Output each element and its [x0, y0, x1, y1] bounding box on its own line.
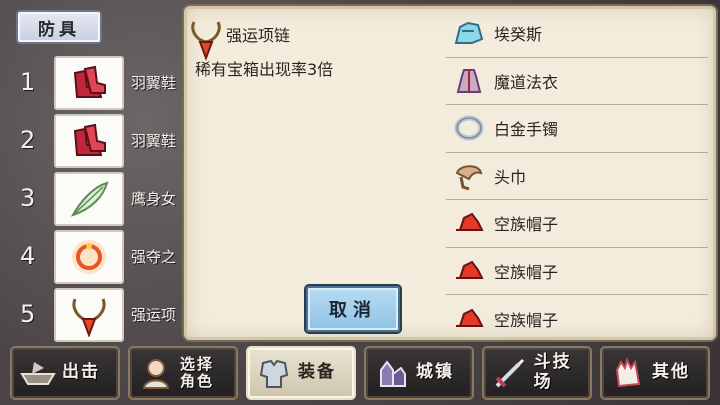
equipment-slot-3[interactable]: 3 鹰身女: [0, 172, 190, 228]
slot-icon-box: [54, 288, 124, 342]
slot-icon-box: [54, 114, 124, 168]
cancel-button[interactable]: 取消: [306, 286, 400, 332]
ring-icon: [72, 240, 106, 274]
sword-icon: [492, 355, 528, 391]
armor-category-tab[interactable]: 防具: [16, 10, 102, 44]
list-item-turban[interactable]: 头巾: [446, 153, 708, 200]
nav-label: 选择 角色: [180, 354, 215, 390]
list-item-label: 空族帽子: [494, 310, 559, 330]
list-item-robe[interactable]: 魔道法衣: [446, 58, 708, 105]
item-list: 埃癸斯 魔道法衣 白金手镯 头巾 空族帽子 空族帽子 空族帽子: [446, 10, 708, 343]
category-tab-label: 防具: [38, 19, 80, 40]
slot-item-name: 鹰身女: [131, 190, 177, 208]
list-item-sky-hat[interactable]: 空族帽子: [446, 200, 708, 248]
slot-number: 5: [20, 300, 36, 328]
armor-icon: [256, 355, 292, 391]
red-boots-icon: [73, 123, 106, 156]
glove-icon: [610, 355, 646, 391]
nav-sortie-button[interactable]: 出击: [10, 346, 120, 400]
list-item-label: 空族帽子: [494, 215, 559, 235]
slot-icon-box: [54, 230, 124, 284]
slot-number: 1: [20, 68, 36, 96]
equipment-slot-1[interactable]: 1 羽翼鞋: [0, 56, 190, 112]
slot-number: 4: [20, 242, 36, 270]
slot-number: 3: [20, 184, 36, 212]
equipment-slot-5[interactable]: 5 强运项: [0, 288, 190, 344]
nav-label: 出击: [62, 362, 100, 383]
slot-item-name: 羽翼鞋: [131, 132, 177, 150]
slot-icon-box: [54, 172, 124, 226]
town-icon: [374, 355, 410, 391]
list-item-sky-hat[interactable]: 空族帽子: [446, 295, 708, 343]
slot-number: 2: [20, 126, 36, 154]
turban-icon: [452, 161, 486, 191]
bracelet-icon: [452, 113, 486, 143]
list-item-label: 头巾: [494, 167, 527, 187]
aegis-icon: [452, 18, 486, 48]
equipment-slot-2[interactable]: 2 羽翼鞋: [0, 114, 190, 170]
slot-icon-box: [54, 56, 124, 110]
cancel-button-label: 取消: [329, 300, 377, 321]
nav-label: 装备: [298, 362, 336, 383]
detail-item-title: 强运项链: [226, 26, 291, 45]
list-item-sky-hat[interactable]: 空族帽子: [446, 248, 708, 295]
equipment-slot-4[interactable]: 4 强夺之: [0, 230, 190, 286]
slot-item-name: 羽翼鞋: [131, 74, 177, 92]
feather-icon: [70, 181, 109, 217]
red-hat-icon: [452, 208, 486, 238]
ship-icon: [20, 355, 56, 391]
list-item-aegis[interactable]: 埃癸斯: [446, 10, 708, 58]
slot-item-name: 强运项: [131, 306, 177, 324]
nav-other-button[interactable]: 其他: [600, 346, 710, 400]
nav-town-button[interactable]: 城镇: [364, 346, 474, 400]
red-hat-icon: [452, 256, 486, 286]
nav-equipment-button[interactable]: 装备: [246, 346, 356, 400]
nav-label: 其他: [652, 362, 690, 383]
robe-icon: [452, 66, 486, 96]
nav-label: 城镇: [416, 362, 454, 383]
nav-label: 斗技场: [533, 352, 572, 392]
list-item-label: 埃癸斯: [494, 25, 543, 45]
list-item-label: 白金手镯: [494, 120, 559, 140]
red-boots-icon: [73, 65, 106, 98]
list-item-label: 空族帽子: [494, 262, 559, 282]
list-item-label: 魔道法衣: [494, 72, 559, 92]
detail-item-description: 稀有宝箱出现率3倍: [195, 60, 334, 79]
list-item-bracelet[interactable]: 白金手镯: [446, 105, 708, 153]
red-hat-icon: [452, 304, 486, 334]
nav-arena-button[interactable]: 斗技场: [482, 346, 592, 400]
necklace-icon: [72, 298, 106, 337]
nav-select-character-button[interactable]: 选择 角色: [128, 346, 238, 400]
slot-item-name: 强夺之: [131, 248, 177, 266]
character-icon: [138, 355, 174, 391]
